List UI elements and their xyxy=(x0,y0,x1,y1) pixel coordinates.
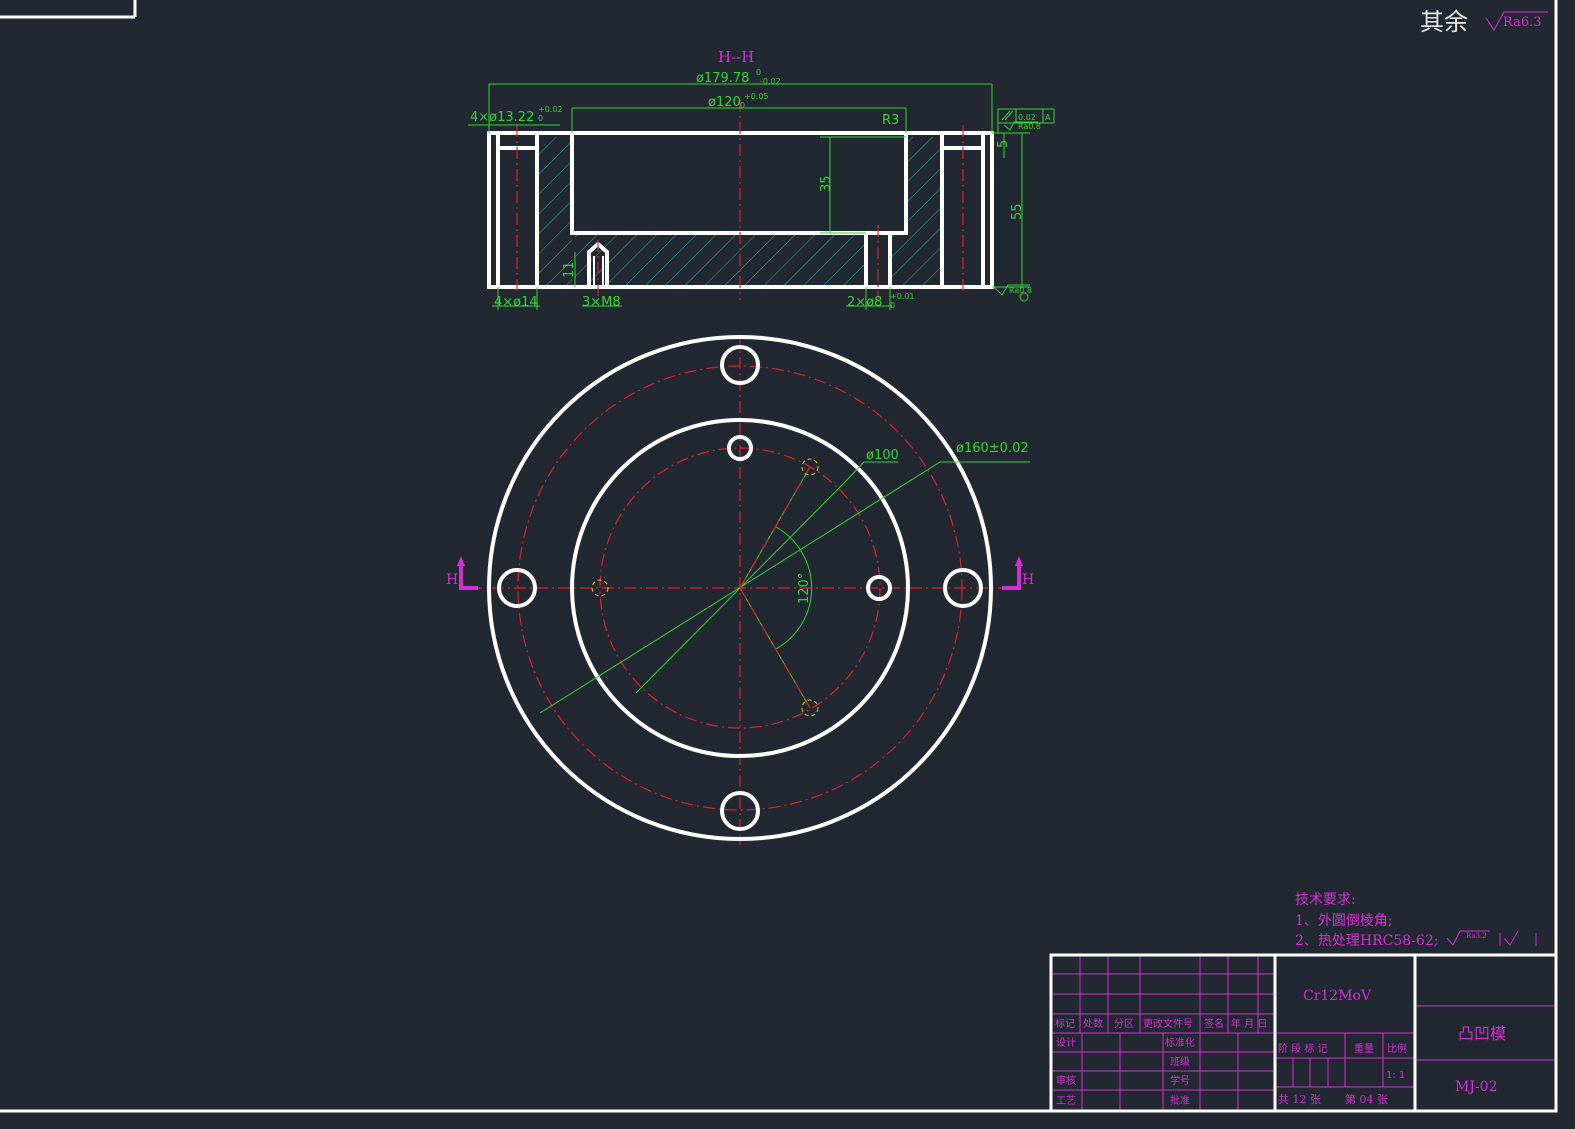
dim-bolt-circle: ø160±0.02 xyxy=(956,441,1029,456)
weight-label: 重量 xyxy=(1354,1042,1374,1055)
tech-req-item2: 2、热处理HRC58-62; xyxy=(1295,933,1438,949)
hatch-bottom xyxy=(575,233,865,286)
section-marker-left: H xyxy=(446,556,478,590)
stage-label: 阶 段 标 记 xyxy=(1278,1042,1328,1055)
dim-angle: 120° xyxy=(797,573,812,604)
plan-view: ø160±0.02 ø100 120° H H xyxy=(446,335,1034,845)
row-design: 设计 xyxy=(1056,1036,1076,1049)
dim-pocket-depth: 35 xyxy=(819,175,834,192)
row-approve: 批准 xyxy=(1170,1094,1190,1107)
dim-inner-circle: ø100 xyxy=(866,448,899,463)
tech-requirements: 技术要求: 1、外圆倒棱角; 2、热处理HRC58-62; Ra3.2 xyxy=(1295,892,1537,949)
scale-label: 比例 xyxy=(1387,1042,1407,1055)
dim-bottom-holes: 4×ø14 xyxy=(494,295,538,310)
ra-bottom: Ra0.8 xyxy=(1009,286,1032,295)
sheet-number: 第 04 张 xyxy=(1345,1092,1388,1106)
row-standard: 标准化 xyxy=(1165,1036,1195,1049)
dim-top-step: 5 xyxy=(996,140,1011,148)
drawing-number: MJ-02 xyxy=(1455,1079,1498,1095)
dim-height: 55 xyxy=(1010,203,1025,220)
dim-pins: 2×ø8 xyxy=(847,295,882,310)
row-class: 班级 xyxy=(1170,1056,1190,1068)
dim-outer-tol-lower: -0.02 xyxy=(760,77,781,86)
hdr-count: 处数 xyxy=(1083,1017,1103,1030)
row-process: 工艺 xyxy=(1056,1095,1076,1107)
sheets-total: 共 12 张 xyxy=(1278,1093,1321,1106)
datum-label: A xyxy=(1045,113,1051,122)
dim-pocket-diameter: ø120 xyxy=(708,95,741,110)
hatch-right-bottom xyxy=(892,233,942,286)
dim-radius: R3 xyxy=(882,113,899,128)
dim-thread-depth: 11 xyxy=(562,261,577,278)
dim-pocket-tol-upper: +0.05 xyxy=(744,92,769,101)
dim-pins-tol-lower: 0 xyxy=(890,301,895,310)
dim-thread: 3×M8 xyxy=(582,295,621,310)
surface-finish-text: 其余 xyxy=(1420,8,1468,36)
dim-pocket-tol-lower: 0 xyxy=(740,101,745,110)
tech-req-title: 技术要求: xyxy=(1295,892,1356,908)
row-student-no: 学号 xyxy=(1170,1074,1190,1087)
hdr-mark: 标记 xyxy=(1055,1018,1075,1030)
dim-pins-tol: +0.01 xyxy=(890,292,915,301)
dim-outer-diameter: ø179.78 xyxy=(696,71,749,86)
hdr-zone: 分区 xyxy=(1114,1018,1134,1030)
tech-req-ra: Ra3.2 xyxy=(1466,932,1487,940)
row-review: 审核 xyxy=(1056,1074,1076,1087)
hdr-date: 年 月 日 xyxy=(1231,1017,1267,1030)
flatness-value: 0.02 xyxy=(1018,113,1036,122)
part-name: 凸凹模 xyxy=(1458,1024,1506,1043)
tech-req-item1: 1、外圆倒棱角; xyxy=(1295,913,1393,929)
section-marker-right-label: H xyxy=(1022,572,1034,588)
dim-top-holes: 4×ø13.22 xyxy=(470,110,534,125)
hdr-sign: 签名 xyxy=(1204,1017,1224,1030)
dim-top-holes-tol-upper: +0.02 xyxy=(538,105,563,114)
section-marker-left-label: H xyxy=(446,572,458,588)
drawing-canvas: 其余 Ra6.3 H--H ø179.78 0 -0.02 ø120 0 +0.… xyxy=(0,0,1558,1113)
section-title: H--H xyxy=(718,48,754,66)
section-view: H--H ø179.78 0 -0.02 ø120 0 +0.05 4×ø13.… xyxy=(468,48,1055,310)
title-block: 标记 处数 分区 更改文件号 签名 年 月 日 设计 审核 工艺 标准化 班级 … xyxy=(1049,953,1558,1113)
surface-finish-note: 其余 Ra6.3 xyxy=(1420,8,1548,36)
ra-small: Ra0.8 xyxy=(1018,122,1041,131)
section-marker-right: H xyxy=(1002,556,1034,590)
material: Cr12MoV xyxy=(1303,988,1372,1004)
hatch-right xyxy=(906,137,942,233)
scale-value: 1: 1 xyxy=(1386,1070,1405,1081)
surface-finish-ra: Ra6.3 xyxy=(1503,15,1542,30)
dim-outer-tol-upper: 0 xyxy=(756,68,761,77)
hdr-change-doc: 更改文件号 xyxy=(1143,1017,1193,1030)
dim-top-holes-tol-lower: 0 xyxy=(538,114,543,123)
